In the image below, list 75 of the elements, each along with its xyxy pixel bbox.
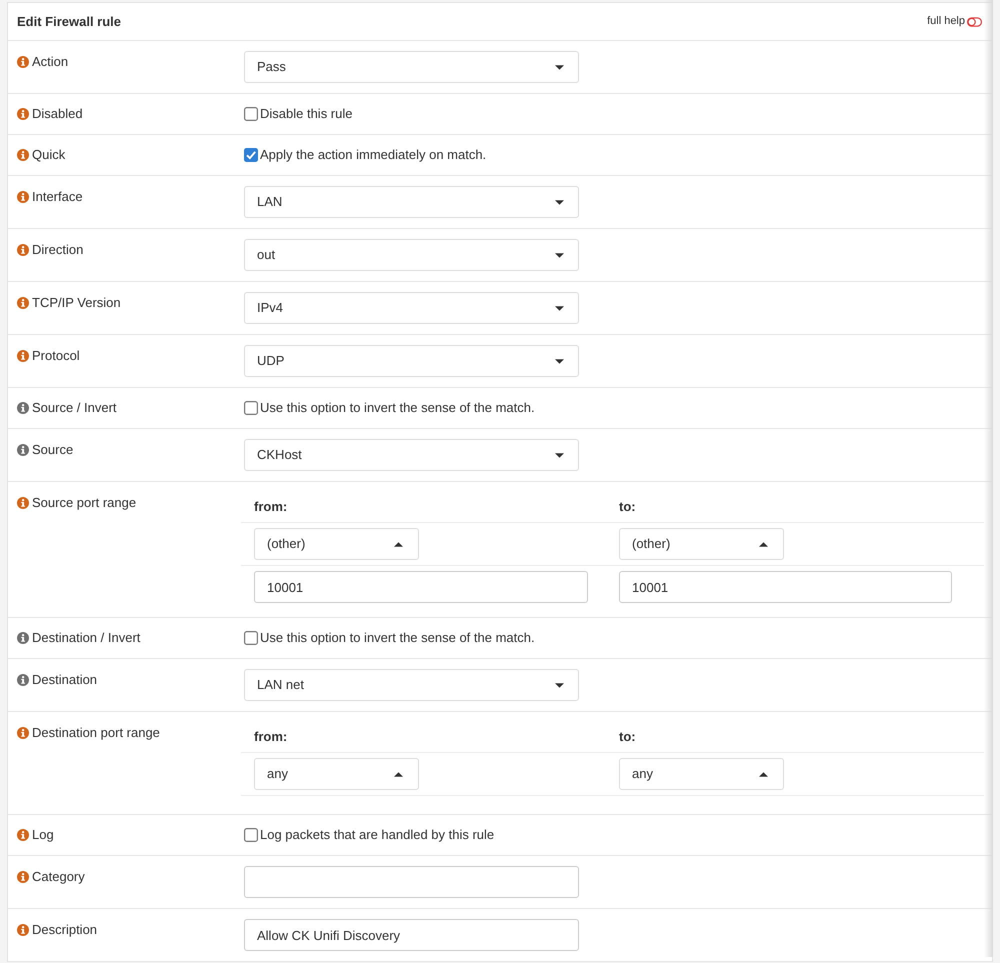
field-label: TCP/IP Version <box>32 295 121 311</box>
info-icon[interactable] <box>17 297 29 309</box>
toggle-icon[interactable] <box>967 16 982 26</box>
field-label: Log <box>32 827 54 843</box>
info-icon[interactable] <box>17 924 29 936</box>
info-icon[interactable] <box>17 727 29 739</box>
dropdown[interactable]: any <box>254 758 419 790</box>
checkbox[interactable] <box>244 107 258 121</box>
text-field[interactable]: 10001 <box>254 571 588 603</box>
field-label: Destination port range <box>32 725 160 741</box>
field-label: Source / Invert <box>32 400 117 416</box>
checkbox[interactable] <box>244 631 258 645</box>
dropdown[interactable]: LAN net <box>244 669 579 701</box>
caret-down-icon <box>555 358 564 364</box>
checkbox[interactable] <box>244 148 258 162</box>
info-icon[interactable] <box>17 191 29 203</box>
dropdown[interactable]: LAN <box>244 186 579 218</box>
field-label: Category <box>32 869 85 885</box>
text-field[interactable] <box>244 866 579 898</box>
caret-down-icon <box>555 64 564 70</box>
caret-down-icon <box>555 252 564 258</box>
column-heading: from: <box>254 728 288 746</box>
column-heading: from: <box>254 498 288 516</box>
info-icon[interactable] <box>17 402 29 414</box>
info-icon[interactable] <box>17 444 29 456</box>
info-icon[interactable] <box>17 829 29 841</box>
checkbox-label[interactable]: Apply the action immediately on match. <box>260 145 486 165</box>
field-label: Destination / Invert <box>32 630 140 646</box>
dropdown[interactable]: (other) <box>619 528 784 560</box>
dropdown[interactable]: UDP <box>244 345 579 377</box>
dropdown[interactable]: CKHost <box>244 439 579 471</box>
full-help-label[interactable]: full help <box>927 13 965 30</box>
field-label: Description <box>32 922 98 938</box>
field-label: Interface <box>32 189 83 205</box>
info-icon[interactable] <box>17 244 29 256</box>
caret-up-icon <box>394 772 403 776</box>
checkbox-label[interactable]: Use this option to invert the sense of the match. <box>260 398 535 418</box>
info-icon[interactable] <box>17 497 29 509</box>
checkbox-label[interactable]: Disable this rule <box>260 104 352 124</box>
panel-title: Edit Firewall rule <box>17 12 122 31</box>
info-icon[interactable] <box>17 632 29 644</box>
checkbox[interactable] <box>244 828 258 842</box>
caret-down-icon <box>555 306 564 310</box>
info-icon[interactable] <box>17 350 29 362</box>
dropdown[interactable]: out <box>244 239 579 271</box>
field-label: Source <box>32 442 74 458</box>
field-label: Disabled <box>32 106 83 122</box>
caret-down-icon <box>555 200 564 204</box>
info-icon[interactable] <box>17 674 29 686</box>
field-label: Protocol <box>32 348 80 364</box>
caret-down-icon <box>555 682 564 688</box>
text-field[interactable]: 10001 <box>619 571 952 603</box>
caret-up-icon <box>759 772 768 776</box>
checkbox[interactable] <box>244 401 258 415</box>
checkbox-label[interactable]: Log packets that are handled by this rule <box>260 825 494 845</box>
checkbox-label[interactable]: Use this option to invert the sense of the match. <box>260 628 535 648</box>
info-icon[interactable] <box>17 56 29 68</box>
field-label: Quick <box>32 147 66 163</box>
info-icon[interactable] <box>17 149 29 161</box>
info-icon[interactable] <box>17 871 29 883</box>
dropdown[interactable]: any <box>619 758 784 790</box>
text-field[interactable]: Allow CK Unifi Discovery <box>244 919 579 951</box>
field-label: Direction <box>32 242 84 258</box>
field-label: Action <box>32 54 68 70</box>
field-label: Source port range <box>32 495 136 511</box>
dropdown[interactable]: Pass <box>244 51 579 83</box>
caret-up-icon <box>759 542 768 546</box>
column-heading: to: <box>619 498 636 516</box>
field-label: Destination <box>32 672 98 688</box>
caret-down-icon <box>555 452 564 458</box>
column-heading: to: <box>619 728 636 746</box>
dropdown[interactable]: IPv4 <box>244 292 579 324</box>
caret-up-icon <box>394 542 403 546</box>
dropdown[interactable]: (other) <box>254 528 419 560</box>
info-icon[interactable] <box>17 108 29 120</box>
